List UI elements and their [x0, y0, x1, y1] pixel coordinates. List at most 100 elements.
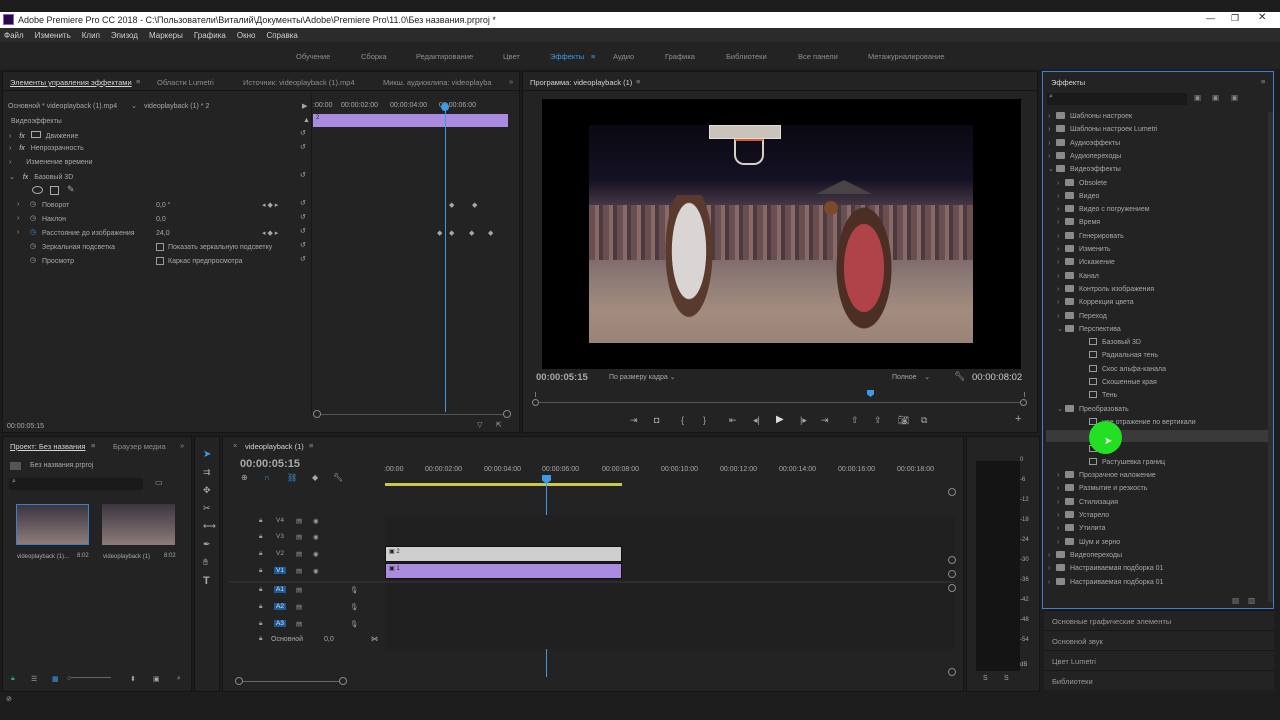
effects-folder-item[interactable]: ⌄ Видеоэффекты — [1048, 165, 1121, 173]
track-lock-icon[interactable]: 🔒︎ — [259, 517, 262, 525]
extract-icon[interactable]: ⇪ — [874, 415, 882, 426]
type-tool-icon[interactable]: T — [203, 575, 210, 587]
tab-menu-icon[interactable]: ≡ — [136, 77, 140, 86]
effects-folder-item[interactable]: › Настраиваемая подборка 01 — [1048, 577, 1163, 586]
video-track-label[interactable]: V3 — [274, 533, 286, 540]
ec-playhead[interactable] — [445, 106, 446, 412]
ws-graphics[interactable]: Графика — [665, 52, 695, 61]
effects-folder-item[interactable]: › Шаблоны настроек — [1048, 112, 1132, 120]
distance-value[interactable]: 24,0 — [156, 230, 170, 237]
keyframe-distance-1[interactable]: ◆ — [437, 229, 442, 237]
new-item-icon[interactable]: ▣ — [153, 675, 160, 683]
menu-edit[interactable]: Изменить — [35, 31, 71, 40]
ws-effects[interactable]: Эффекты — [550, 52, 584, 61]
v-zoom-3[interactable] — [948, 584, 956, 592]
keyframe-rotate-2[interactable]: ◆ — [472, 201, 477, 209]
ec-export-icon[interactable]: ⇱ — [496, 421, 502, 429]
voiceover-mic-icon[interactable]: 🎙︎ — [350, 603, 358, 611]
expand-icon[interactable]: › — [1057, 206, 1065, 213]
effects-folder-item[interactable]: › Размытие и резкость — [1057, 484, 1147, 492]
libraries-panel[interactable]: Библиотеки — [1044, 670, 1274, 690]
effects-folder-item[interactable]: › Прозрачное наложение — [1057, 471, 1156, 479]
pen-mask-icon[interactable]: ✎ — [67, 184, 75, 195]
insert-icon[interactable]: ⇥ — [630, 415, 638, 426]
ripple-edit-tool-icon[interactable]: ✥ — [203, 485, 211, 496]
new-bin-project-icon[interactable]: ▭ — [155, 478, 163, 487]
new-bin-icon[interactable]: ▤ — [1232, 596, 1239, 605]
track-lock-icon[interactable]: 🔒︎ — [259, 620, 262, 628]
expand-icon[interactable]: › — [1048, 552, 1056, 559]
rotate-stopwatch-icon[interactable]: ◷ — [30, 200, 36, 208]
timeline-scroll-left[interactable] — [235, 677, 243, 685]
track-eye-icon[interactable]: ◉ — [313, 517, 319, 525]
collapse-icon[interactable]: ⌄ — [1048, 165, 1056, 173]
solo-right-button[interactable]: S — [1004, 675, 1009, 682]
master-lock-icon[interactable]: 🔒︎ — [259, 635, 262, 643]
menu-file[interactable]: Файл — [4, 31, 24, 40]
expand-icon[interactable]: › — [1057, 525, 1065, 532]
effects-folder-item[interactable]: › Obsolete — [1057, 178, 1107, 187]
menu-markers[interactable]: Маркеры — [149, 31, 183, 40]
ws-audio[interactable]: Аудио — [613, 52, 634, 61]
program-canvas[interactable] — [542, 99, 1021, 369]
essential-sound-panel[interactable]: Основной звук — [1044, 630, 1274, 650]
track-sync-icon[interactable]: ▤ — [296, 517, 302, 525]
play-only-button[interactable]: ▶ — [302, 102, 307, 110]
track-lock-icon[interactable]: 🔒︎ — [259, 586, 262, 594]
effects-folder-item[interactable]: › Переход — [1057, 311, 1107, 320]
solo-left-button[interactable]: S — [983, 675, 988, 682]
v-zoom-2[interactable] — [948, 570, 956, 578]
effects-folder-item[interactable]: › Шум и зерно — [1057, 537, 1120, 546]
effects-search-input[interactable]: ⌕ — [1047, 93, 1187, 105]
tab-program[interactable]: Программа: videoplayback (1) — [530, 78, 632, 87]
reset-preview-icon[interactable]: ↺ — [300, 255, 306, 263]
distance-keyframe-nav[interactable]: ◂ ◆ ▸ — [262, 229, 278, 237]
program-zoom-right[interactable] — [1020, 399, 1027, 406]
mirror-checkbox[interactable] — [156, 243, 164, 251]
sequence-clip-label[interactable]: videoplayback (1) * 2 — [144, 103, 209, 110]
effect-item[interactable]: Радиальная тень — [1066, 351, 1158, 359]
menu-graphics[interactable]: Графика — [194, 31, 226, 40]
effects-folder-item[interactable]: › Искажение — [1057, 258, 1115, 266]
snap-icon[interactable]: ∩ — [264, 473, 270, 482]
mark-in-icon[interactable]: { — [681, 415, 684, 425]
distance-expand-icon[interactable]: › — [17, 229, 19, 236]
program-timecode[interactable]: 00:00:05:15 — [536, 372, 588, 383]
track-sync-icon[interactable]: ▤ — [296, 550, 302, 558]
basic3d-row[interactable]: ⌄ fx Базовый 3D — [9, 173, 73, 181]
voiceover-mic-icon[interactable]: 🎙︎ — [350, 620, 358, 628]
effects-folder-item[interactable]: › Аудиоэффекты — [1048, 138, 1120, 147]
go-to-out-icon[interactable]: ⇥ — [821, 415, 829, 426]
expand-icon[interactable]: › — [1048, 140, 1056, 147]
ec-filter-icon[interactable]: ▽ — [477, 421, 482, 429]
reset-mirror-icon[interactable]: ↺ — [300, 241, 306, 249]
ws-all-panels[interactable]: Все панели — [798, 52, 838, 61]
effects-folder-item[interactable]: › Видео с погружением — [1057, 205, 1150, 213]
expand-icon[interactable]: › — [1057, 219, 1065, 226]
ws-libraries[interactable]: Библиотеки — [726, 52, 767, 61]
effects-folder-item[interactable]: ⌄ Преобразовать — [1057, 404, 1129, 413]
ws-color[interactable]: Цвет — [503, 52, 520, 61]
audio-track-label[interactable]: A3 — [274, 620, 286, 627]
essential-graphics-panel[interactable]: Основные графические элементы — [1044, 610, 1274, 630]
keyframe-distance-3[interactable]: ◆ — [469, 229, 474, 237]
expand-icon[interactable]: › — [1057, 273, 1065, 280]
lock-project-icon[interactable]: 🔒︎ — [11, 675, 15, 683]
slip-tool-icon[interactable]: ⟷ — [203, 521, 216, 532]
timeline-settings-icon[interactable]: 🔧︎ — [333, 473, 343, 482]
effects-scrollbar[interactable] — [1268, 112, 1273, 602]
preview-checkbox[interactable] — [156, 257, 164, 265]
add-marker-icon[interactable]: ◘ — [654, 415, 659, 425]
v-zoom-bottom[interactable] — [948, 668, 956, 676]
time-remap-row[interactable]: › Изменение времени — [9, 159, 93, 166]
expand-icon[interactable]: › — [1048, 126, 1056, 133]
tab-media-browser[interactable]: Браузер медиа — [113, 442, 166, 451]
rotate-value[interactable]: 0,0 ° — [156, 202, 170, 209]
tab-project[interactable]: Проект: Без названия — [10, 442, 85, 451]
expand-icon[interactable]: › — [1057, 539, 1065, 546]
track-lock-icon[interactable]: 🔒︎ — [259, 533, 262, 541]
list-view-icon[interactable]: ☰ — [31, 675, 37, 683]
timeline-menu-icon[interactable]: ≡ — [309, 441, 313, 450]
expand-icon[interactable]: › — [1057, 512, 1065, 519]
lumetri-color-panel[interactable]: Цвет Lumetri — [1044, 650, 1274, 670]
